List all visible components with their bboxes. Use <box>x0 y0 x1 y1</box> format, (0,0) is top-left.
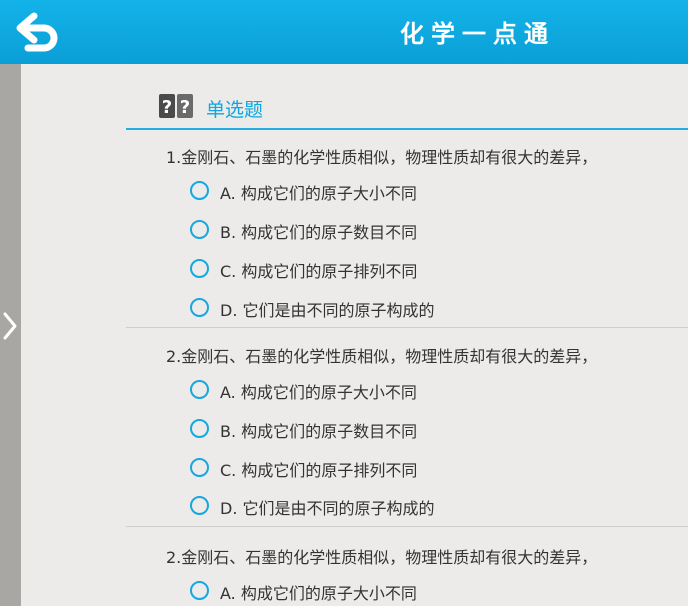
svg-text:?: ? <box>162 97 172 118</box>
app-title: 化学一点通 <box>400 20 555 48</box>
svg-text:?: ? <box>180 97 190 118</box>
radio-circle-icon[interactable] <box>190 581 209 600</box>
option-label: D. 它们是由不同的原子构成的 <box>220 301 435 320</box>
option-label: C. 构成它们的原子排列不同 <box>220 461 418 480</box>
radio-circle-icon[interactable] <box>190 380 209 399</box>
radio-circle-icon[interactable] <box>190 458 209 477</box>
question-text: 2.金刚石、石墨的化学性质相似，物理性质却有很大的差异， <box>166 347 598 366</box>
option-label: D. 它们是由不同的原子构成的 <box>220 499 435 518</box>
radio-circle-icon[interactable] <box>190 181 209 200</box>
section-underline <box>126 128 688 130</box>
question-divider <box>126 327 688 328</box>
option-label: A. 构成它们的原子大小不同 <box>220 383 417 402</box>
question-text: 1.金刚石、石墨的化学性质相似，物理性质却有很大的差异， <box>166 148 598 167</box>
question-divider <box>126 526 688 527</box>
app-header: 化学一点通 <box>0 0 688 64</box>
back-arrow-icon <box>16 12 58 52</box>
back-button[interactable] <box>14 12 62 52</box>
option-label: C. 构成它们的原子排列不同 <box>220 262 418 281</box>
option-label: B. 构成它们的原子数目不同 <box>220 422 418 441</box>
option-label: B. 构成它们的原子数目不同 <box>220 223 418 242</box>
question-box-icon: ? ? <box>159 94 193 118</box>
radio-circle-icon[interactable] <box>190 298 209 317</box>
question-text: 2.金刚石、石墨的化学性质相似，物理性质却有很大的差异， <box>166 548 598 567</box>
option-label: A. 构成它们的原子大小不同 <box>220 584 417 603</box>
chevron-right-icon <box>3 312 17 340</box>
radio-circle-icon[interactable] <box>190 419 209 438</box>
option-label: A. 构成它们的原子大小不同 <box>220 184 417 203</box>
radio-circle-icon[interactable] <box>190 259 209 278</box>
radio-circle-icon[interactable] <box>190 220 209 239</box>
section-title: 单选题 <box>206 99 264 121</box>
radio-circle-icon[interactable] <box>190 496 209 515</box>
side-drawer-handle[interactable] <box>0 64 21 606</box>
